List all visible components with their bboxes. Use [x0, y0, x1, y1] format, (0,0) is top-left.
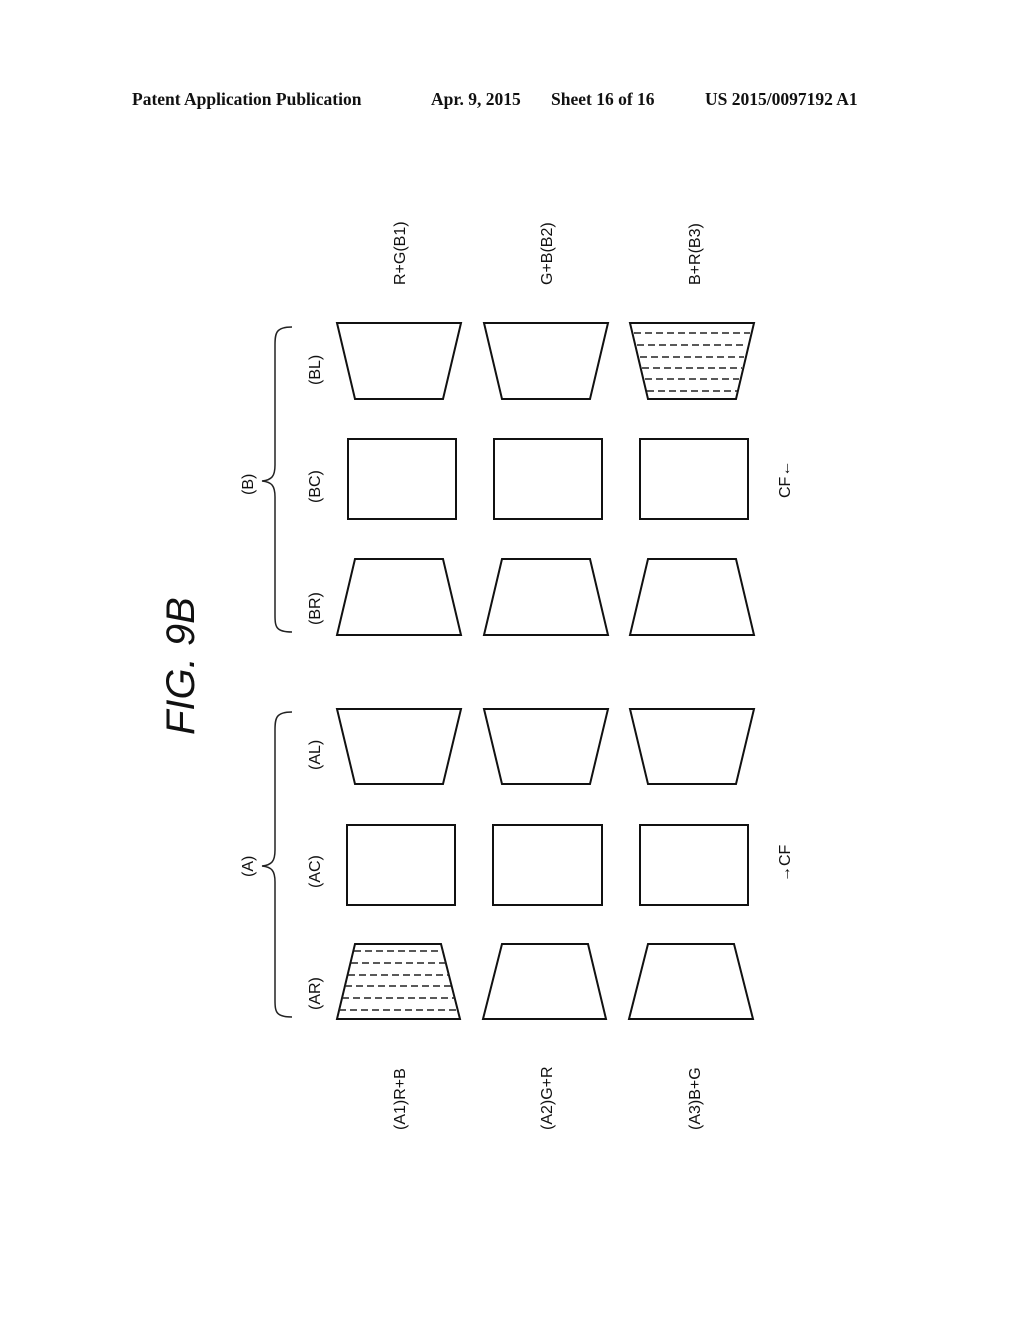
shape-a1-al	[335, 708, 463, 785]
column-label-bc: (BC)	[307, 470, 324, 503]
group-a-label: (A)	[240, 856, 257, 877]
figure-9b-diagram: FIG. 9B (B) (A) (BL) (BC) (BR) (AL) (AC)…	[159, 221, 794, 1130]
column-label-ar: (AR)	[307, 977, 324, 1010]
row-label-a2: (A2)G+R	[539, 1066, 556, 1130]
shape-b3-bl	[628, 322, 756, 400]
group-b-brace	[261, 326, 293, 633]
shape-a3-ar	[627, 943, 755, 1020]
cf-label-b: CF←	[777, 461, 794, 498]
figure-title: FIG. 9B	[159, 597, 203, 735]
shape-a2-ar	[481, 943, 608, 1020]
shape-b2-br	[482, 558, 610, 636]
shape-a1-ac	[346, 824, 456, 906]
shape-a2-ac	[492, 824, 603, 906]
shape-a2-al	[482, 708, 610, 785]
group-a-brace	[261, 711, 293, 1018]
shape-b3-br	[628, 558, 756, 636]
row-label-b3: B+R(B3)	[687, 223, 704, 285]
hatch-a1-ar	[339, 950, 458, 1011]
column-label-bl: (BL)	[307, 355, 324, 385]
shape-b2-bc	[493, 438, 603, 520]
shape-b3-bc	[639, 438, 749, 520]
column-label-br: (BR)	[307, 592, 324, 625]
column-label-al: (AL)	[307, 740, 324, 770]
column-label-ac: (AC)	[307, 855, 324, 888]
shape-a3-al	[628, 708, 756, 785]
hatch-b3-bl	[634, 332, 750, 392]
shape-b1-bl	[335, 322, 463, 400]
cf-label-a: →CF	[777, 844, 794, 882]
row-label-b1: R+G(B1)	[392, 221, 409, 285]
row-label-a3: (A3)B+G	[687, 1067, 704, 1130]
shape-b1-bc	[347, 438, 457, 520]
group-b-label: (B)	[240, 474, 257, 495]
row-label-b2: G+B(B2)	[539, 222, 556, 285]
shape-a1-ar	[335, 943, 462, 1020]
shape-b1-br	[335, 558, 463, 636]
shape-a3-ac	[639, 824, 749, 906]
shape-b2-bl	[482, 322, 610, 400]
row-label-a1: (A1)R+B	[392, 1068, 409, 1130]
